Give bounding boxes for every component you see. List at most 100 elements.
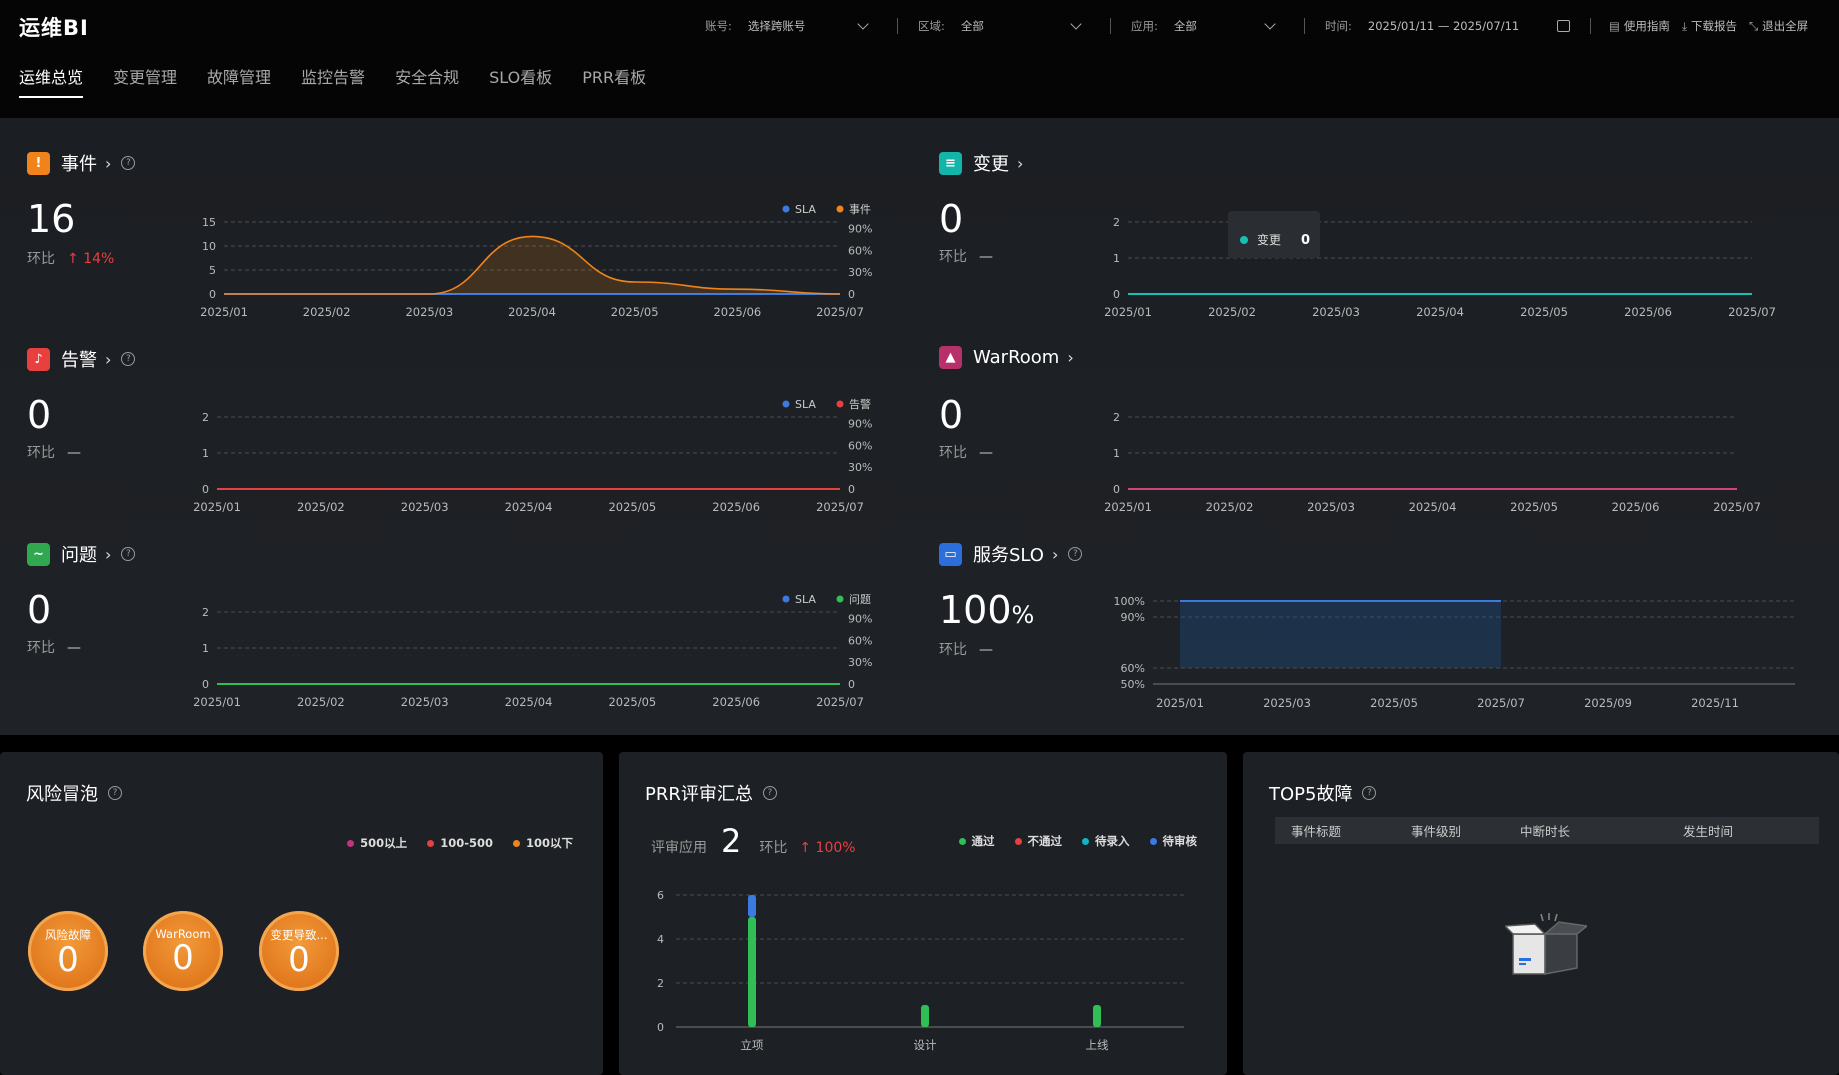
warroom-card-title[interactable]: ▲ WarRoom › bbox=[939, 346, 1074, 369]
y-tick-label: 0 bbox=[657, 1021, 664, 1034]
risk-bubble-warroom[interactable]: WarRoom 0 bbox=[143, 911, 223, 991]
ratio-label: 环比 bbox=[939, 642, 967, 658]
slo-value: 100% bbox=[939, 588, 1034, 632]
ratio-value: 100% bbox=[815, 840, 856, 856]
change-card-title[interactable]: ≡ 变更 › bbox=[939, 150, 1023, 176]
help-icon[interactable]: ? bbox=[1362, 786, 1377, 800]
legend-dot bbox=[782, 595, 790, 603]
y-tick-label: 4 bbox=[657, 933, 664, 946]
x-tick-label: 2025/02 bbox=[297, 500, 345, 514]
incident-title: 事件 bbox=[61, 154, 97, 175]
tab-prr-board[interactable]: PRR看板 bbox=[582, 64, 646, 98]
empty-box-icon bbox=[1505, 913, 1587, 975]
y2-tick-label: 0 bbox=[848, 678, 855, 691]
y-tick-label: 2 bbox=[1113, 216, 1120, 229]
chevron-down-icon bbox=[1070, 17, 1082, 30]
y2-tick-label: 90% bbox=[848, 613, 872, 626]
tab-monitor-alarm[interactable]: 监控告警 bbox=[301, 64, 365, 98]
y2-tick-label: 30% bbox=[848, 656, 872, 669]
tab-security-compliance[interactable]: 安全合规 bbox=[395, 64, 459, 98]
legend-label: 待审核 bbox=[1162, 834, 1198, 848]
legend-item: 500以上 bbox=[347, 835, 407, 851]
legend-dot bbox=[427, 839, 435, 847]
legend-item: 不通过 bbox=[1014, 833, 1062, 849]
alarm-title: 告警 bbox=[61, 350, 97, 371]
slo-area bbox=[1180, 601, 1501, 668]
region-filter[interactable]: 区域: 全部 bbox=[918, 17, 1082, 34]
incident-count: 16 bbox=[27, 197, 76, 241]
risk-bubble-incident[interactable]: 风险故障 0 bbox=[28, 911, 108, 991]
ratio-value: — bbox=[979, 445, 993, 461]
y-tick-label: 0 bbox=[202, 483, 209, 496]
guide-button[interactable]: ▤ 使用指南 bbox=[1609, 18, 1670, 34]
y-tick-label: 0 bbox=[202, 678, 209, 691]
download-button[interactable]: ⤓ 下载报告 bbox=[1682, 18, 1737, 34]
x-tick-label: 2025/04 bbox=[505, 500, 553, 514]
bar-segment bbox=[748, 917, 756, 1027]
bubble-value: 0 bbox=[288, 940, 310, 980]
slo-ratio: 环比 — bbox=[939, 639, 993, 659]
tab-change-management[interactable]: 变更管理 bbox=[113, 64, 177, 98]
ratio-up: ↑ 100% bbox=[799, 840, 856, 856]
account-filter-value: 选择跨账号 bbox=[747, 19, 806, 33]
y-tick-label: 0 bbox=[1113, 483, 1120, 496]
divider bbox=[1590, 18, 1591, 34]
app-title: 运维BI bbox=[19, 16, 89, 40]
tab-overview[interactable]: 运维总览 bbox=[19, 64, 84, 98]
x-tick-label: 设计 bbox=[914, 1038, 937, 1052]
y2-tick-label: 90% bbox=[848, 418, 872, 431]
document-icon: ▤ bbox=[1609, 19, 1620, 33]
exit-fullscreen-button[interactable]: ⤡ 退出全屏 bbox=[1749, 18, 1808, 34]
prr-card-title: PRR评审汇总 ? bbox=[645, 780, 777, 806]
x-tick-label: 2025/07 bbox=[816, 305, 864, 319]
x-tick-label: 立项 bbox=[741, 1038, 764, 1052]
x-tick-label: 2025/01 bbox=[1156, 696, 1204, 710]
app-filter[interactable]: 应用: 全部 bbox=[1131, 17, 1276, 34]
time-filter[interactable]: 时间: 2025/01/11 — 2025/07/11 bbox=[1325, 18, 1570, 34]
x-tick-label: 2025/02 bbox=[303, 305, 351, 319]
toolbar: ▤ 使用指南 ⤓ 下载报告 ⤡ 退出全屏 bbox=[1609, 18, 1808, 34]
help-icon[interactable]: ? bbox=[121, 547, 136, 561]
x-tick-label: 2025/07 bbox=[1713, 500, 1761, 514]
x-tick-label: 2025/01 bbox=[1104, 500, 1152, 514]
problem-card-title[interactable]: ~ 问题 › ? bbox=[27, 541, 136, 567]
help-icon[interactable]: ? bbox=[121, 352, 136, 366]
x-tick-label: 2025/05 bbox=[608, 500, 656, 514]
alarm-card-title[interactable]: ♪ 告警 › ? bbox=[27, 346, 136, 372]
warroom-count: 0 bbox=[939, 393, 964, 437]
account-filter[interactable]: 账号: 选择跨账号 bbox=[705, 17, 869, 34]
legend-label: 100-500 bbox=[440, 836, 493, 850]
tab-incident-management[interactable]: 故障管理 bbox=[207, 64, 271, 98]
y-tick-label: 10 bbox=[202, 240, 216, 253]
x-tick-label: 2025/06 bbox=[712, 500, 760, 514]
legend-dot bbox=[836, 400, 844, 408]
tab-slo-board[interactable]: SLO看板 bbox=[489, 64, 552, 98]
slo-card-title[interactable]: ▭ 服务SLO › ? bbox=[939, 541, 1083, 567]
y-tick-label: 1 bbox=[202, 447, 209, 460]
chevron-right-icon: › bbox=[105, 153, 112, 173]
help-icon[interactable]: ? bbox=[762, 786, 777, 800]
help-icon[interactable]: ? bbox=[1068, 547, 1083, 561]
help-icon[interactable]: ? bbox=[121, 156, 136, 170]
x-tick-label: 2025/03 bbox=[405, 305, 453, 319]
ratio-value: — bbox=[67, 445, 81, 461]
calendar-icon bbox=[1557, 20, 1570, 32]
incident-card-title[interactable]: ! 事件 › ? bbox=[27, 150, 136, 176]
bar-segment bbox=[748, 895, 756, 917]
y-tick-label: 1 bbox=[1113, 252, 1120, 265]
legend-label: 问题 bbox=[849, 593, 871, 606]
help-icon[interactable]: ? bbox=[108, 786, 122, 800]
ratio-up: ↑ 14% bbox=[67, 251, 115, 267]
y-tick-label: 50% bbox=[1121, 678, 1145, 691]
column-header: 事件标题 bbox=[1291, 824, 1342, 839]
change-title: 变更 bbox=[973, 154, 1009, 175]
incident-ratio: 环比 ↑ 14% bbox=[27, 248, 114, 268]
y-tick-label: 1 bbox=[202, 642, 209, 655]
legend-label: 事件 bbox=[849, 203, 871, 216]
y2-tick-label: 60% bbox=[848, 439, 872, 452]
x-tick-label: 2025/04 bbox=[505, 695, 553, 709]
risk-bubble-change[interactable]: 变更导致... 0 bbox=[259, 911, 339, 991]
x-tick-label: 2025/07 bbox=[816, 695, 864, 709]
legend-dot bbox=[782, 205, 790, 213]
change-icon: ≡ bbox=[939, 151, 962, 175]
